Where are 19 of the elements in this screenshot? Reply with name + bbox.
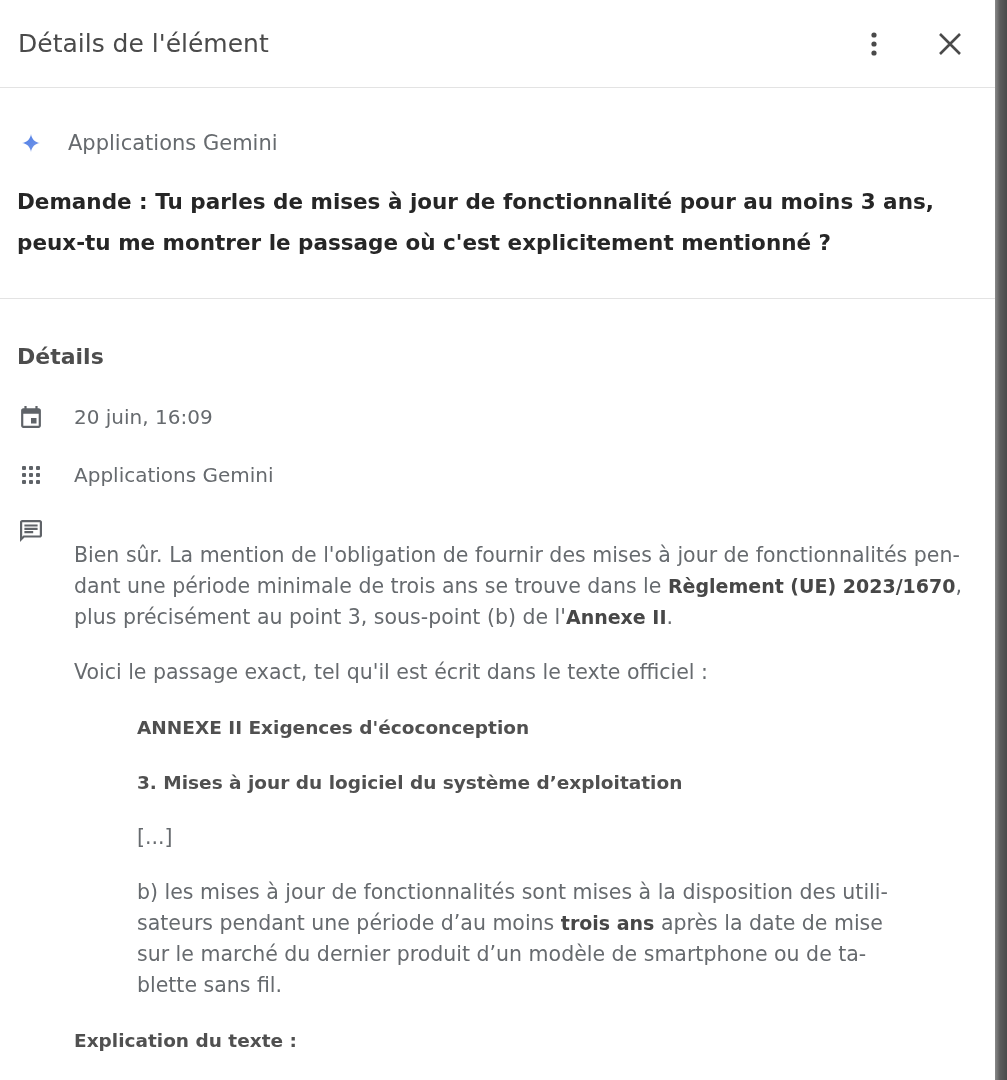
close-icon[interactable] (939, 32, 961, 55)
comment-icon (20, 520, 42, 542)
quote-heading: ANNEXE II Exigences d'écoconception (136, 716, 531, 740)
request-text: Demande : Tu parles de mises à jour de fonctionnalité pour au moins 3 ans, peux-tu me montrer le passage où c'est explicitement mentionné ? (17, 188, 935, 257)
apps-grid-icon (22, 466, 40, 484)
calendar-icon (21, 406, 41, 428)
quote-paragraph: [...] (136, 824, 174, 851)
date-text: 20 juin, 16:09 (74, 405, 213, 429)
panel-title: Détails de l'élément (18, 29, 270, 58)
details-heading: Détails (17, 343, 105, 371)
sparkle-icon (22, 134, 40, 152)
more-options-icon[interactable] (871, 31, 877, 56)
quote-heading: 3. Mises à jour du logiciel du système d’exploitation (136, 771, 684, 795)
app-name: Applications Gemini (68, 131, 278, 155)
quote-paragraph: b) les mises à jour de fonctionnalités sont mises à la disposition des utili- sateurs pendant une période d’au moins trois ans après la date de mise sur le marché du dernier produit d’un modèle de smartphone ou de ta- blette sans fil. (136, 879, 889, 999)
app-name: Applications Gemini (74, 463, 274, 487)
response-paragraph: Bien sûr. La mention de l'obligation de fournir des mises à jour de fonctionnalités pen- dant une période minimale de trois ans se trouve dans le Règlement (UE) 2023/1670, plus précisément au point 3, sous-point (b) de l'Annexe II. (74, 542, 962, 631)
response-paragraph: Voici le passage exact, tel qu'il est écrit dans le texte officiel : (74, 659, 709, 686)
section-heading: Explication du texte : (74, 1029, 298, 1053)
